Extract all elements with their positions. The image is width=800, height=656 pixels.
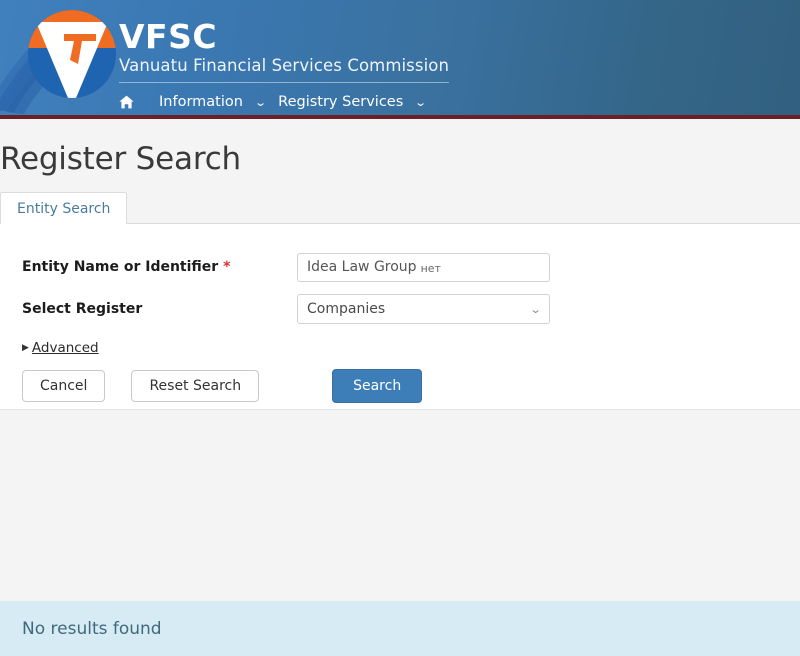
no-results-message: No results found [22,618,162,639]
chevron-down-icon-information[interactable]: ⌄ [254,96,267,109]
advanced-link-label: Advanced [31,340,99,356]
select-register-label: Select Register [22,301,143,317]
home-icon[interactable] [119,95,134,109]
nav-item-information[interactable]: Information [159,94,243,110]
brand-full-name: Vanuatu Financial Services Commission [119,56,450,75]
select-register-value: Companies [307,301,386,317]
form-row-select-register: Select Register Companies ⌄ [0,288,800,330]
chevron-down-icon: ⌄ [529,303,542,316]
brand-block: VFSC Vanuatu Financial Services Commissi… [119,20,459,83]
reset-search-button[interactable]: Reset Search [131,370,260,402]
select-register-dropdown[interactable]: Companies ⌄ [297,294,550,324]
brand-abbreviation: VFSC [119,17,218,56]
brand-divider [119,82,449,83]
tab-entity-search[interactable]: Entity Search [0,192,128,224]
entity-name-label-text: Entity Name or Identifier [22,259,219,275]
nav-item-registry-services[interactable]: Registry Services [278,94,403,110]
cancel-button[interactable]: Cancel [22,370,106,402]
form-row-entity-name: Entity Name or Identifier * Idea Law Gro… [0,246,800,288]
search-form-panel: Entity Name or Identifier * Idea Law Gro… [0,223,800,410]
triangle-right-icon: ▶ [22,341,29,352]
results-spacer [0,537,800,601]
no-results-alert: No results found [0,601,800,656]
entity-name-input[interactable]: Idea Law Group нет [297,252,550,282]
tab-entity-search-label: Entity Search [17,201,111,217]
page-body: Register Search Entity Search Entity Nam… [0,119,800,537]
form-button-row: Cancel Reset Search Search [0,369,800,403]
required-asterisk: * [223,259,231,275]
entity-name-label: Entity Name or Identifier * [22,258,297,276]
page-title: Register Search [0,141,241,177]
search-button[interactable]: Search [332,369,423,403]
entity-name-input-suffix: нет [420,261,441,275]
entity-name-input-value: Idea Law Group [307,259,417,275]
main-navigation: Information ⌄ Registry Services ⌄ [119,90,439,114]
vfsc-logo-icon [28,10,116,98]
chevron-down-icon-registry-services[interactable]: ⌄ [414,96,427,109]
tab-strip: Entity Search [0,191,800,224]
advanced-toggle[interactable]: ▶ Advanced [0,340,800,356]
site-header: VFSC Vanuatu Financial Services Commissi… [0,0,800,119]
